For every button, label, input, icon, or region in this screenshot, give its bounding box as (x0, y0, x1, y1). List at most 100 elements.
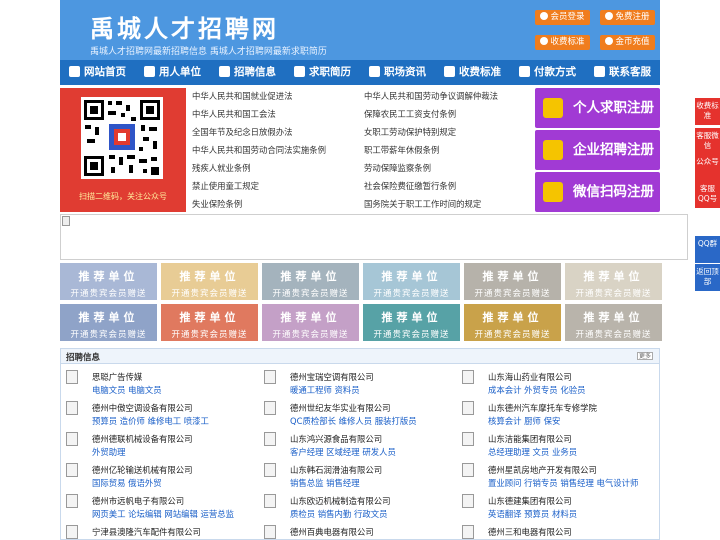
job-listing-item[interactable]: 山东德建集团有限公司 英语翻译 预算员 材料员 (457, 493, 647, 525)
job-positions[interactable]: 外贸助理 (92, 446, 126, 458)
company-name[interactable]: 德州星凯房地产开发有限公司 (488, 464, 597, 476)
job-positions[interactable]: 成本会计 外贸专员 化验员 (488, 384, 585, 396)
law-link[interactable]: 劳动保障监察条例 (364, 162, 431, 174)
recommended-unit[interactable]: 推荐单位 开通贵宾会员赠送 (262, 304, 359, 341)
company-logo-image[interactable] (66, 401, 78, 415)
company-logo-image[interactable] (66, 432, 78, 446)
nav-contact[interactable]: 联系客服 (585, 60, 660, 85)
wechat-register-button[interactable]: 微信扫码注册 (535, 172, 660, 212)
job-positions[interactable]: 英语翻译 预算员 材料员 (488, 508, 577, 520)
recommended-unit[interactable]: 推荐单位 开通贵宾会员赠送 (565, 263, 662, 300)
job-positions[interactable]: QC质检部长 维修人员 服装打版员 (290, 415, 417, 427)
job-listing-item[interactable]: 山东德州汽车摩托车专修学院 核算会计 厨师 保安 (457, 400, 647, 432)
nav-jobs[interactable]: 招聘信息 (210, 60, 285, 85)
company-name[interactable]: 山东欧迈机械制造有限公司 (290, 495, 391, 507)
job-positions[interactable]: 质检员 销售内勤 行政文员 (290, 508, 387, 520)
law-link[interactable]: 社会保险费征缴暂行条例 (364, 180, 456, 192)
recommended-unit[interactable]: 推荐单位 开通贵宾会员赠送 (60, 304, 157, 341)
job-positions[interactable]: 网页美工 论坛编辑 网站编辑 运营总监 (92, 508, 234, 520)
law-link[interactable]: 中华人民共和国就业促进法 (192, 90, 293, 102)
free-register-button[interactable]: 免费注册 (600, 10, 655, 25)
company-name[interactable]: 山东洁能集团有限公司 (488, 433, 572, 445)
law-link[interactable]: 职工带薪年休假条例 (364, 144, 439, 156)
company-name[interactable]: 山东德建集团有限公司 (488, 495, 572, 507)
law-link[interactable]: 保障农民工工资支付条例 (364, 108, 456, 120)
job-positions[interactable]: 客户经理 区域经理 研发人员 (290, 446, 396, 458)
law-link[interactable]: 国务院关于职工工作时间的规定 (364, 198, 481, 210)
company-logo-image[interactable] (462, 401, 474, 415)
nav-resumes[interactable]: 求职简历 (285, 60, 360, 85)
recommended-unit[interactable]: 推荐单位 开通贵宾会员赠送 (464, 304, 561, 341)
law-link[interactable]: 禁止使用童工规定 (192, 180, 259, 192)
company-logo-image[interactable] (462, 370, 474, 384)
job-listing-item[interactable]: 德州宝瑞空调有限公司 暖通工程师 资料员 (259, 369, 449, 401)
company-name[interactable]: 宁津县澳隆汽车配件有限公司 (92, 526, 201, 538)
recommended-unit[interactable]: 推荐单位 开通贵宾会员赠送 (161, 304, 258, 341)
recommended-unit[interactable]: 推荐单位 开通贵宾会员赠送 (565, 304, 662, 341)
company-name[interactable]: 德州三和电器有限公司 (488, 526, 572, 538)
member-login-button[interactable]: 会员登录 (535, 10, 590, 25)
law-link[interactable]: 中华人民共和国劳动合同法实施条例 (192, 144, 326, 156)
company-logo-image[interactable] (66, 370, 78, 384)
company-logo-image[interactable] (264, 432, 276, 446)
more-button[interactable]: 更多 (637, 352, 653, 360)
job-positions[interactable]: 国际贸易 俄语外贸 (92, 477, 162, 489)
job-positions[interactable]: 总经理助理 文员 业务员 (488, 446, 577, 458)
recommended-unit[interactable]: 推荐单位 开通贵宾会员赠送 (60, 263, 157, 300)
recommended-unit[interactable]: 推荐单位 开通贵宾会员赠送 (363, 263, 460, 300)
company-logo-image[interactable] (66, 494, 78, 508)
float-official-account[interactable]: 公众号 (695, 154, 720, 181)
company-logo-image[interactable] (66, 525, 78, 539)
company-name[interactable]: 山东鸿兴源食品有限公司 (290, 433, 382, 445)
job-seeker-register-button[interactable]: 个人求职注册 (535, 88, 660, 128)
company-name[interactable]: 思聪广告传媒 (92, 371, 142, 383)
coin-recharge-button[interactable]: 金币充值 (600, 35, 655, 50)
law-link[interactable]: 女职工劳动保护特别规定 (364, 126, 456, 138)
float-qq[interactable]: 客服QQ号 (695, 181, 720, 208)
job-listing-item[interactable]: 德州世纪友华实业有限公司 QC质检部长 维修人员 服装打版员 (259, 400, 449, 432)
company-logo-image[interactable] (264, 401, 276, 415)
pricing-button[interactable]: 收费标准 (535, 35, 590, 50)
job-listing-item[interactable]: 德州市远帆电子有限公司 网页美工 论坛编辑 网站编辑 运营总监 (61, 493, 251, 525)
float-qq-group[interactable]: QQ群 (695, 236, 720, 263)
job-listing-item[interactable]: 山东欧迈机械制造有限公司 质检员 销售内勤 行政文员 (259, 493, 449, 525)
job-listing-item[interactable]: 德州星凯房地产开发有限公司 置业顾问 行销专员 销售经理 电气设计师 (457, 462, 647, 494)
recommended-unit[interactable]: 推荐单位 开通贵宾会员赠送 (262, 263, 359, 300)
ad-banner[interactable] (60, 214, 688, 260)
job-listing-item[interactable]: 德州百典电器有限公司销售人员 销售经理 (259, 524, 449, 540)
company-name[interactable]: 德州亿轮输送机械有限公司 (92, 464, 193, 476)
nav-employers[interactable]: 用人单位 (135, 60, 210, 85)
job-positions[interactable]: 置业顾问 行销专员 销售经理 电气设计师 (488, 477, 638, 489)
nav-payment[interactable]: 付款方式 (510, 60, 585, 85)
company-logo-image[interactable] (264, 370, 276, 384)
job-listing-item[interactable]: 山东洁能集团有限公司 总经理助理 文员 业务员 (457, 431, 647, 463)
company-logo-image[interactable] (462, 463, 474, 477)
job-positions[interactable]: 预算员 造价师 维修电工 喷漆工 (92, 415, 209, 427)
job-listing-item[interactable]: 思聪广告传媒 电脑文员 电脑文员 (61, 369, 251, 401)
job-listing-item[interactable]: 德州三和电器有限公司研发人员 销售员 (457, 524, 647, 540)
job-listing-item[interactable]: 宁津县澳隆汽车配件有限公司外贸业务员 销售助理 办公室文员 (61, 524, 251, 540)
law-link[interactable]: 全国年节及纪念日放假办法 (192, 126, 293, 138)
company-logo-image[interactable] (66, 463, 78, 477)
company-logo-image[interactable] (462, 432, 474, 446)
law-link[interactable]: 残疾人就业条例 (192, 162, 251, 174)
nav-home[interactable]: 网站首页 (60, 60, 135, 85)
site-title[interactable]: 禹城人才招聘网 (90, 9, 279, 44)
law-link[interactable]: 中华人民共和国劳动争议调解仲裁法 (364, 90, 498, 102)
company-name[interactable]: 山东韩石润滑油有限公司 (290, 464, 382, 476)
company-name[interactable]: 德州宝瑞空调有限公司 (290, 371, 374, 383)
nav-news[interactable]: 职场资讯 (360, 60, 435, 85)
recommended-unit[interactable]: 推荐单位 开通贵宾会员赠送 (363, 304, 460, 341)
job-positions[interactable]: 电脑文员 电脑文员 (92, 384, 162, 396)
job-listing-item[interactable]: 山东鸿兴源食品有限公司 客户经理 区域经理 研发人员 (259, 431, 449, 463)
company-logo-image[interactable] (462, 525, 474, 539)
law-link[interactable]: 失业保险条例 (192, 198, 242, 210)
company-name[interactable]: 德州市远帆电子有限公司 (92, 495, 184, 507)
job-listing-item[interactable]: 德州德联机械设备有限公司 外贸助理 (61, 431, 251, 463)
company-name[interactable]: 山东德州汽车摩托车专修学院 (488, 402, 597, 414)
job-positions[interactable]: 销售总监 销售经理 (290, 477, 360, 489)
company-name[interactable]: 德州百典电器有限公司 (290, 526, 374, 538)
job-listing-item[interactable]: 德州中傲空调设备有限公司 预算员 造价师 维修电工 喷漆工 (61, 400, 251, 432)
company-name[interactable]: 德州德联机械设备有限公司 (92, 433, 193, 445)
job-listing-item[interactable]: 山东海山药业有限公司 成本会计 外贸专员 化验员 (457, 369, 647, 401)
